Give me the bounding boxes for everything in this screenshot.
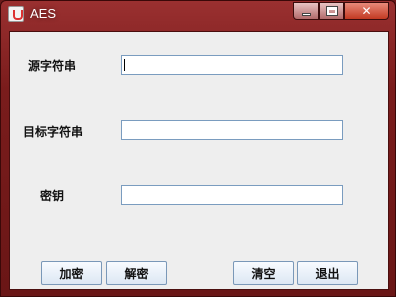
exit-button[interactable]: 退出 bbox=[297, 261, 358, 285]
java-app-icon[interactable] bbox=[8, 6, 24, 22]
encrypt-button[interactable]: 加密 bbox=[41, 261, 102, 285]
title-bar[interactable]: AES bbox=[1, 1, 395, 27]
target-string-label: 目标字符串 bbox=[23, 125, 84, 139]
key-label: 密钥 bbox=[40, 189, 65, 203]
source-string-label: 源字符串 bbox=[28, 59, 77, 73]
source-string-input[interactable] bbox=[121, 55, 343, 75]
close-button[interactable] bbox=[344, 2, 389, 20]
window-title: AES bbox=[30, 6, 57, 21]
text-caret bbox=[124, 59, 125, 71]
maximize-button[interactable] bbox=[319, 2, 344, 20]
decrypt-button[interactable]: 解密 bbox=[106, 261, 167, 285]
target-string-input[interactable] bbox=[121, 120, 343, 140]
minimize-button[interactable] bbox=[293, 2, 319, 20]
content-panel: 源字符串 目标字符串 密钥 加密 解密 清空 退出 bbox=[9, 31, 389, 290]
key-input[interactable] bbox=[121, 185, 343, 205]
clear-button[interactable]: 清空 bbox=[233, 261, 294, 285]
app-window: AES 源字符串 目标字符串 密钥 加密 解密 清空 退出 bbox=[0, 0, 396, 297]
